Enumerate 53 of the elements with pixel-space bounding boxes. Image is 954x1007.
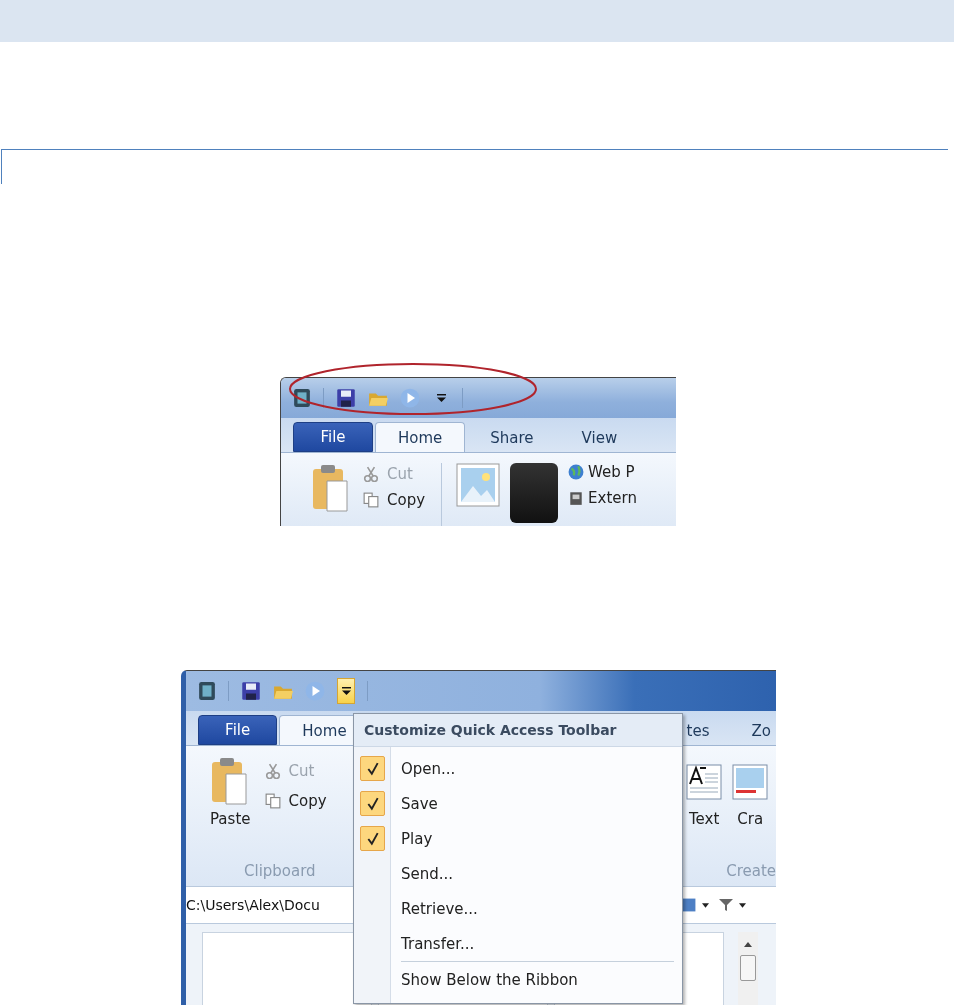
scissors-icon — [363, 466, 379, 482]
text-icon — [686, 764, 723, 800]
menu-item[interactable]: Save — [354, 786, 682, 821]
menu-item[interactable]: Play — [354, 821, 682, 856]
path-field[interactable]: C:\Users\Alex\Docu — [186, 897, 320, 913]
device-icon — [568, 490, 585, 506]
group-label: Create — [726, 862, 776, 880]
ribbon-tab[interactable]: Zo — [746, 715, 776, 745]
menu-item[interactable]: Send... — [354, 856, 682, 891]
crawl-button[interactable]: Cra — [732, 764, 769, 828]
checkbox[interactable] — [360, 826, 385, 851]
menu-item[interactable]: Show Below the Ribbon — [354, 962, 682, 997]
checkbox[interactable] — [360, 791, 385, 816]
customize-dropdown-button[interactable] — [337, 678, 355, 704]
save-icon[interactable] — [336, 388, 356, 408]
scrollbar[interactable] — [738, 932, 758, 1005]
ribbon-command[interactable]: Copy — [262, 790, 329, 812]
ribbon-command[interactable]: Copy — [361, 489, 428, 511]
web-page-command[interactable]: Web P — [568, 463, 637, 481]
blank-slide-thumbnail — [510, 463, 559, 523]
globe-icon — [568, 464, 585, 480]
menu-item[interactable]: Transfer... — [354, 926, 682, 961]
text-button[interactable]: Text — [686, 764, 723, 828]
copy-icon — [363, 492, 379, 508]
caret-icon — [436, 393, 446, 403]
filter-icon[interactable] — [719, 898, 733, 912]
file-tab[interactable]: File — [198, 715, 278, 745]
picture-icon — [732, 764, 769, 800]
checkbox[interactable] — [360, 756, 385, 781]
external-command[interactable]: Extern — [568, 489, 637, 507]
checkmark-icon — [365, 796, 380, 811]
caret-icon — [341, 686, 351, 696]
paste-button[interactable]: Paste — [210, 752, 251, 828]
scissors-icon — [264, 763, 281, 779]
ribbon-tab[interactable]: tes — [681, 715, 715, 745]
ribbon-tab[interactable]: View — [558, 422, 641, 452]
caret-icon[interactable] — [739, 902, 746, 908]
ribbon-tab[interactable]: Share — [467, 422, 557, 452]
save-icon[interactable] — [241, 681, 261, 701]
checkmark-icon — [365, 761, 380, 776]
clipboard-icon — [311, 463, 351, 513]
image-icon — [456, 463, 501, 507]
arrow-up-icon[interactable] — [744, 942, 752, 947]
menu-item[interactable]: Open... — [354, 751, 682, 786]
menu-item[interactable]: Retrieve... — [354, 891, 682, 926]
caret-icon[interactable] — [702, 902, 709, 908]
app-icon — [198, 680, 216, 702]
file-tab[interactable]: File — [293, 422, 373, 452]
menu-title: Customize Quick Access Toolbar — [354, 714, 682, 747]
copy-icon — [264, 793, 281, 809]
checkmark-icon — [365, 831, 380, 846]
ribbon-tab[interactable]: Home — [375, 422, 466, 452]
group-label: Clipboard — [244, 862, 316, 880]
